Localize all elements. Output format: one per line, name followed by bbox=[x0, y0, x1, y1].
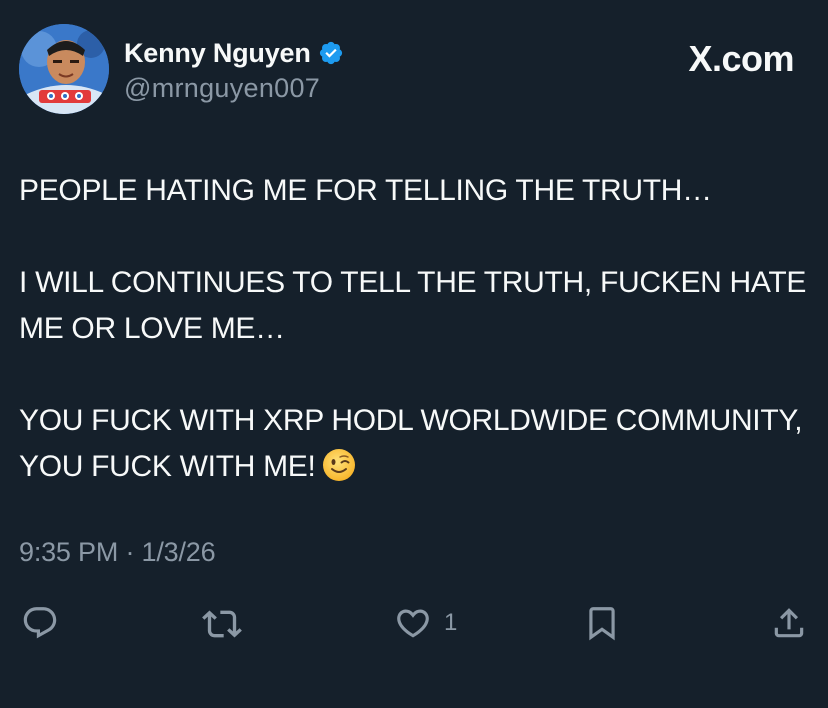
author-handle[interactable]: @mrnguyen007 bbox=[124, 73, 320, 104]
brand-watermark: X.com bbox=[688, 38, 794, 79]
reply-icon bbox=[23, 607, 57, 639]
retweet-icon bbox=[202, 610, 242, 638]
reply-button[interactable] bbox=[21, 604, 59, 642]
share-icon bbox=[774, 608, 804, 638]
author-display-name[interactable]: Kenny Nguyen bbox=[124, 38, 311, 69]
tweet-body: PEOPLE HATING ME FOR TELLING THE TRUTH… … bbox=[19, 168, 809, 490]
like-count: 1 bbox=[444, 609, 458, 636]
bookmark-button[interactable] bbox=[583, 604, 621, 642]
author-name-row: Kenny Nguyen bbox=[124, 36, 344, 70]
tweet-paragraph-text: YOU FUCK WITH XRP HODL WORLDWIDE COMMUNI… bbox=[19, 404, 803, 483]
action-bar: 1 bbox=[0, 600, 828, 650]
winking-face-emoji-icon bbox=[322, 448, 356, 482]
share-button[interactable] bbox=[770, 604, 808, 642]
tweet-timestamp[interactable]: 9:35 PM · 1/3/26 bbox=[19, 537, 216, 568]
avatar-image bbox=[19, 24, 109, 114]
avatar[interactable] bbox=[19, 24, 109, 114]
verified-badge-icon bbox=[318, 40, 344, 66]
tweet-paragraph-last: YOU FUCK WITH XRP HODL WORLDWIDE COMMUNI… bbox=[19, 398, 809, 490]
like-button[interactable]: 1 bbox=[394, 604, 457, 642]
tweet-paragraph: I WILL CONTINUES TO TELL THE TRUTH, FUCK… bbox=[19, 266, 807, 345]
retweet-button[interactable] bbox=[202, 604, 242, 644]
tweet-paragraph: PEOPLE HATING ME FOR TELLING THE TRUTH… bbox=[19, 174, 712, 207]
tweet-card: Kenny Nguyen @mrnguyen007 X.com PEOPLE H… bbox=[0, 0, 828, 708]
like-icon bbox=[397, 609, 429, 638]
bookmark-icon bbox=[589, 607, 615, 641]
